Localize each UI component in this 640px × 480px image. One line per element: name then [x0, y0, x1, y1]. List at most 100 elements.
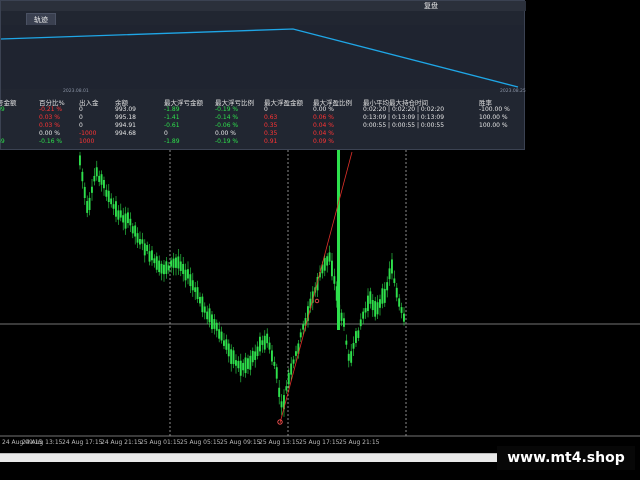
stats-cell: -0.61 — [164, 122, 180, 129]
candle-body — [383, 288, 386, 303]
candle-body — [251, 350, 254, 363]
candle-body — [139, 239, 141, 245]
candle-body — [191, 280, 194, 291]
candle-body — [352, 343, 355, 349]
candle-body — [393, 278, 396, 283]
stats-cell: 0:13:09 | 0:13:09 | 0:13:09 — [363, 114, 445, 121]
stats-cell: 0 — [164, 130, 168, 137]
candle-body — [395, 287, 398, 298]
candle-body — [182, 263, 185, 274]
candle-body — [158, 260, 161, 273]
candle-body — [271, 350, 273, 362]
stats-cell: -1.41 — [164, 114, 180, 121]
horizontal-scrollbar[interactable] — [0, 453, 498, 462]
candle-body — [302, 324, 305, 330]
candle-body — [107, 190, 110, 203]
candle-body — [357, 330, 360, 338]
candle-body — [278, 387, 281, 397]
candle-body — [371, 300, 374, 311]
candle-body — [83, 186, 86, 199]
candle-body — [136, 233, 139, 243]
stats-cell: -1.89 — [164, 106, 180, 113]
candle-body — [400, 307, 403, 313]
candle-body — [295, 351, 297, 356]
equity-curve-line — [0, 28, 519, 88]
candle-body — [345, 340, 348, 345]
stats-header-row: 号金额 百分比% 出入金 余额 最大浮亏金额 最大浮亏比例 最大浮盈金额 最大浮盈比例 最小平均… — [0, 97, 526, 107]
stats-row: 0.03 % 0 995.18 -1.41 -0.14 % 0.63 0.06 % 0:13:… — [1, 114, 526, 122]
candle-body — [220, 331, 223, 341]
time-axis-label: 24 Aug 21:15 — [101, 439, 142, 446]
candle-body — [326, 256, 329, 266]
stats-cell: 0.63 — [264, 114, 278, 121]
candle-body — [328, 252, 331, 262]
stats-cell: -1.89 — [164, 138, 180, 145]
equity-curve-svg — [0, 28, 519, 88]
candle-body — [386, 282, 389, 291]
time-axis-label: 25 Aug 17:15 — [299, 439, 340, 446]
candle-body — [213, 319, 216, 329]
candle-body — [347, 353, 350, 361]
candle-body — [364, 308, 367, 313]
time-axis-label: 24 Aug 13:15 — [22, 439, 63, 446]
trade-marker — [314, 298, 320, 304]
candle-body — [153, 258, 156, 264]
candle-body — [285, 386, 288, 391]
stats-cell: 0.00 % — [39, 130, 60, 137]
stats-cell: 0.03 % — [39, 114, 60, 121]
stats-cell: 0:00:55 | 0:00:55 | 0:00:55 — [363, 122, 445, 129]
candle-body — [254, 351, 257, 360]
report-titlebar[interactable]: 复盘 — [1, 1, 526, 11]
candle-body — [155, 256, 158, 270]
stats-cell: -0.06 % — [215, 122, 239, 129]
backtest-report-panel: 复盘 轨迹 2023.08.01 2023.08.25 号金额 百分比% 出入金 余额… — [0, 0, 526, 150]
candle-body — [331, 260, 333, 277]
stats-cell: 0 — [264, 106, 268, 113]
candle-body — [355, 331, 357, 343]
candle-body — [160, 263, 163, 274]
candle-body — [146, 245, 149, 252]
time-axis-label: 25 Aug 05:15 — [180, 439, 221, 446]
candle-body — [333, 276, 336, 284]
candle-body — [79, 155, 81, 166]
equity-date-end: 2023.08.25 — [500, 89, 526, 94]
candle-body — [388, 268, 391, 280]
stats-cell: 0.00 % — [313, 106, 334, 113]
stats-cell: 993.09 — [115, 106, 136, 113]
candle-body — [95, 167, 98, 177]
stats-cell: 1000 — [79, 138, 95, 145]
candle-body — [93, 175, 96, 182]
stats-cell: -100.00 % — [479, 106, 510, 113]
stats-row: 0.00 % -1000 994.68 0 0.00 % 0.35 0.04 % — [1, 130, 526, 138]
candle-body — [110, 198, 113, 205]
stats-row: 0.03 % 0 994.91 -0.61 -0.06 % 0.35 0.04 % 0:00:… — [1, 122, 526, 130]
candle-body — [350, 351, 353, 363]
candle-body — [86, 201, 89, 213]
candle-body — [287, 372, 290, 385]
candle-body — [259, 336, 261, 352]
candle-body — [261, 340, 264, 345]
stats-cell: 100.00 % — [479, 114, 508, 121]
candle-body — [115, 201, 117, 217]
candle-body — [398, 298, 401, 307]
stats-cell: 0.35 — [264, 130, 278, 137]
stats-cell: 0 — [79, 114, 83, 121]
candle-body — [117, 210, 120, 220]
candle-body — [359, 319, 362, 327]
candle-body — [374, 301, 377, 317]
candle-body — [230, 349, 233, 364]
candle-body — [88, 197, 91, 210]
candle-body — [81, 171, 84, 182]
candle-body — [165, 261, 168, 274]
candle-body — [100, 174, 103, 185]
candle-body — [369, 291, 372, 304]
candle-body — [129, 218, 132, 226]
candle-body — [194, 287, 197, 292]
candle-body — [196, 287, 199, 300]
stats-row: 09 -0.21 % 0 993.09 -1.89 -0.19 % 0 0.00 % 0:02:… — [0, 106, 526, 114]
stats-cell: 0 — [79, 106, 83, 113]
candle-body — [362, 311, 365, 319]
candle-body — [208, 308, 211, 323]
candle-body — [340, 312, 343, 321]
stats-cell: 995.18 — [115, 114, 136, 121]
